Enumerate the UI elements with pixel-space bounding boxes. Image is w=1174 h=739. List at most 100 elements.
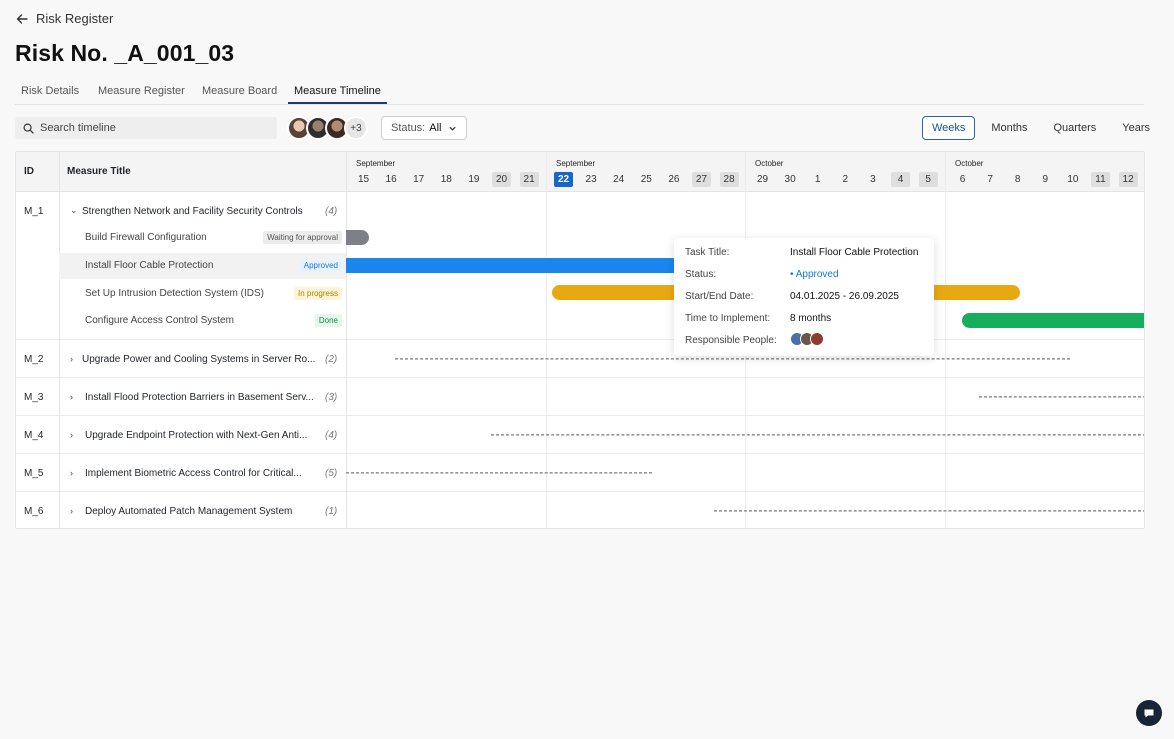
measure-summary-line — [714, 510, 1144, 512]
time-scale-switch: Weeks Months Quarters Years — [921, 116, 1160, 140]
tab-measure-board[interactable]: Measure Board — [196, 80, 283, 104]
measure-id: M_4 — [24, 430, 44, 441]
avatar-overflow-count[interactable]: +3 — [344, 116, 368, 140]
tooltip-status: • Approved — [790, 269, 839, 280]
month-label: October — [955, 159, 984, 168]
status-filter-dropdown[interactable]: Status: All — [381, 116, 468, 140]
measure-task-count: (5) — [325, 468, 338, 479]
day-label: 18 — [440, 174, 452, 185]
search-box — [15, 117, 277, 139]
day-label: 22 — [554, 172, 573, 187]
status-badge: Approved — [299, 259, 342, 272]
row-divider — [16, 491, 1144, 492]
day-label: 4 — [891, 172, 910, 187]
day-label: 16 — [385, 174, 397, 185]
day-label: 30 — [784, 174, 796, 185]
day-label: 25 — [640, 174, 652, 185]
day-label: 8 — [1014, 174, 1021, 185]
measure-summary-line — [979, 396, 1144, 398]
avatar-group[interactable]: +3 — [287, 116, 368, 140]
chevron-right-icon[interactable]: › — [70, 430, 73, 440]
measure-task-count: (4) — [325, 430, 338, 441]
tab-measure-register[interactable]: Measure Register — [92, 80, 191, 104]
task-title: Build Firewall Configuration — [85, 232, 207, 243]
week-divider — [945, 152, 946, 528]
day-label: 29 — [756, 174, 769, 185]
search-icon — [23, 123, 34, 134]
page-title: Risk No. _A_001_03 — [15, 40, 235, 66]
measure-title: Install Flood Protection Barriers in Bas… — [85, 392, 314, 403]
row-divider — [16, 453, 1144, 454]
measure-id: M_1 — [24, 206, 44, 217]
tooltip-status-text: Approved — [795, 269, 839, 280]
measure-summary-line — [395, 358, 1070, 360]
chevron-right-icon[interactable]: › — [70, 468, 73, 478]
day-label: 21 — [519, 172, 539, 187]
row-divider — [16, 339, 1144, 340]
chat-icon — [1144, 709, 1154, 718]
day-label: 9 — [1042, 174, 1049, 185]
tooltip-time: 8 months — [790, 313, 832, 324]
month-label: October — [755, 159, 784, 168]
tooltip-task-title: Install Floor Cable Protection — [790, 247, 919, 258]
tab-bar: Risk Details Measure Register Measure Bo… — [15, 80, 1144, 105]
scale-weeks-button[interactable]: Weeks — [921, 116, 976, 140]
back-link[interactable]: Risk Register — [16, 11, 113, 26]
task-row[interactable]: Configure Access Control System Done — [59, 308, 346, 334]
status-badge: In progress — [293, 287, 342, 300]
task-row[interactable]: Set Up Intrusion Detection System (IDS) … — [59, 281, 346, 307]
task-bar-approved[interactable] — [346, 258, 676, 273]
measure-id: M_5 — [24, 468, 44, 479]
chevron-right-icon[interactable]: › — [70, 392, 73, 402]
tooltip-label: Time to Implement: — [685, 313, 771, 324]
back-link-label: Risk Register — [36, 11, 114, 26]
task-tooltip: Task Title: Install Floor Cable Protecti… — [674, 238, 934, 356]
tooltip-label: Task Title: — [685, 247, 730, 258]
day-label: 12 — [1118, 172, 1138, 187]
measure-task-count: (2) — [325, 354, 338, 365]
day-label: 3 — [870, 174, 876, 185]
measure-task-count: (3) — [325, 392, 338, 403]
day-label: 15 — [357, 174, 370, 185]
day-label: 26 — [668, 174, 680, 185]
status-filter-label: Status: — [391, 122, 426, 134]
measure-title: Implement Biometric Access Control for C… — [85, 468, 302, 479]
day-label: 2 — [842, 174, 849, 185]
measure-title: Strengthen Network and Facility Security… — [82, 206, 303, 217]
day-label: 23 — [585, 174, 597, 185]
measure-summary-line — [491, 434, 1144, 436]
measure-task-count: (4) — [325, 206, 338, 217]
tab-risk-details[interactable]: Risk Details — [15, 80, 85, 104]
column-header-title: Measure Title — [67, 166, 131, 177]
column-header-id: ID — [24, 166, 34, 177]
scale-years-button[interactable]: Years — [1112, 116, 1160, 140]
task-row[interactable]: Build Firewall Configuration Waiting for… — [59, 225, 346, 251]
chevron-down-icon[interactable]: ⌄ — [70, 205, 78, 216]
task-bar-done[interactable] — [962, 313, 1144, 328]
chat-button[interactable] — [1136, 700, 1162, 726]
chevron-right-icon[interactable]: › — [70, 354, 73, 364]
tab-measure-timeline[interactable]: Measure Timeline — [288, 80, 387, 104]
scale-quarters-button[interactable]: Quarters — [1043, 116, 1106, 140]
column-divider — [59, 152, 60, 528]
day-label: 1 — [814, 174, 821, 185]
chevron-right-icon[interactable]: › — [70, 506, 73, 516]
row-divider — [16, 415, 1144, 416]
task-bar-waiting[interactable] — [346, 230, 369, 245]
tooltip-dates: 04.01.2025 - 26.09.2025 — [790, 291, 899, 302]
scale-months-button[interactable]: Months — [981, 116, 1037, 140]
day-label: 28 — [719, 172, 739, 187]
day-label: 5 — [918, 172, 938, 187]
measure-id: M_3 — [24, 392, 44, 403]
row-divider — [16, 377, 1144, 378]
tooltip-label: Start/End Date: — [685, 291, 754, 302]
tooltip-label: Responsible People: — [685, 335, 777, 346]
day-label: 20 — [492, 172, 511, 187]
measure-title: Deploy Automated Patch Management System — [85, 506, 293, 517]
search-input[interactable] — [40, 122, 260, 134]
task-row[interactable]: Install Floor Cable Protection Approved — [59, 253, 346, 279]
measure-title: Upgrade Power and Cooling Systems in Ser… — [82, 354, 316, 365]
status-badge: Done — [314, 314, 342, 327]
measure-task-count: (1) — [325, 506, 338, 517]
measure-summary-line — [346, 472, 652, 474]
